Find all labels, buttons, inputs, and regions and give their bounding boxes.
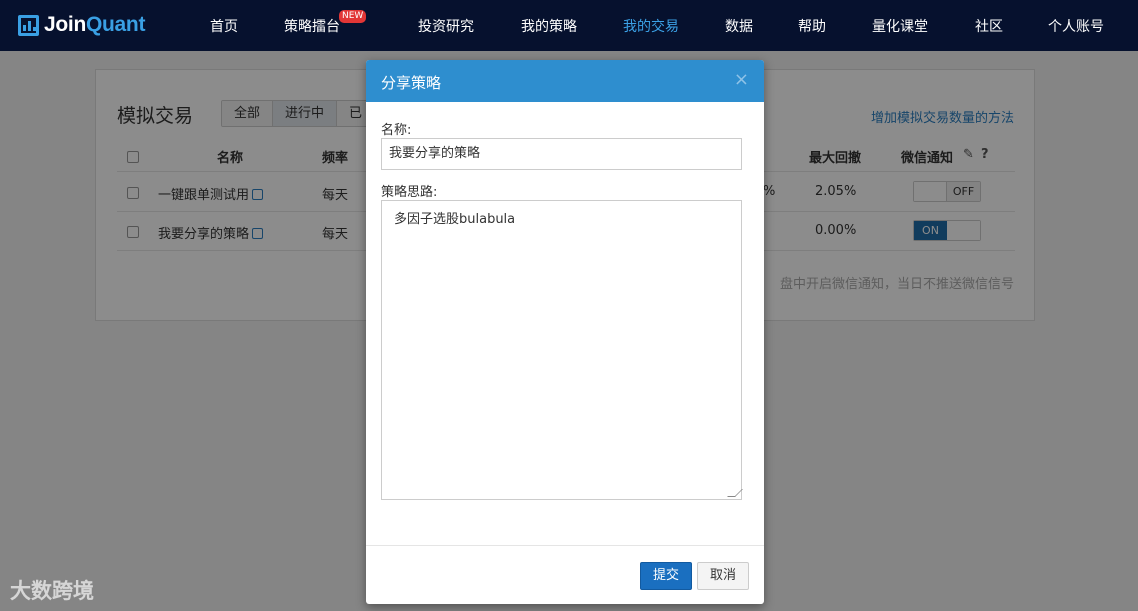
- nav-item-strategy-arena[interactable]: 策略擂台: [284, 16, 340, 36]
- strategy-idea-textarea[interactable]: 多因子选股bulabula: [381, 200, 743, 500]
- textarea-content: 多因子选股bulabula: [394, 212, 516, 227]
- resize-handle[interactable]: [727, 489, 743, 497]
- share-strategy-modal: 分享策略 × 名称: 我要分享的策略 策略思路: 多因子选股bulabula 提…: [366, 60, 764, 604]
- watermark-logo: 大数跨境: [10, 579, 94, 603]
- modal-header: 分享策略 ×: [366, 60, 764, 102]
- modal-footer: 提交 取消: [366, 545, 764, 604]
- joinquant-logo[interactable]: JoinQuant: [18, 12, 145, 38]
- nav-item-research[interactable]: 投资研究: [418, 16, 474, 36]
- nav-item-account[interactable]: 个人账号: [1048, 16, 1104, 36]
- cancel-button[interactable]: 取消: [697, 562, 749, 590]
- idea-label: 策略思路:: [381, 185, 438, 200]
- close-icon[interactable]: ×: [734, 69, 749, 90]
- new-badge: NEW: [339, 10, 367, 23]
- nav-item-quant-class[interactable]: 量化课堂: [872, 16, 928, 36]
- nav-item-my-trading[interactable]: 我的交易: [623, 16, 679, 36]
- nav-item-my-strategies[interactable]: 我的策略: [521, 16, 577, 36]
- name-label: 名称:: [381, 123, 412, 138]
- strategy-name-input[interactable]: 我要分享的策略: [381, 138, 742, 170]
- modal-title: 分享策略: [381, 74, 442, 92]
- nav-item-home[interactable]: 首页: [210, 16, 238, 36]
- nav-item-community[interactable]: 社区: [975, 16, 1003, 36]
- nav-item-data[interactable]: 数据: [725, 16, 753, 36]
- logo-text: JoinQuant: [44, 13, 146, 36]
- submit-button[interactable]: 提交: [640, 562, 692, 590]
- top-navigation-bar: JoinQuant 首页 策略擂台 NEW 投资研究 我的策略 我的交易 数据 …: [0, 0, 1138, 51]
- nav-item-help[interactable]: 帮助: [798, 16, 826, 36]
- logo-chart-icon: [18, 14, 39, 36]
